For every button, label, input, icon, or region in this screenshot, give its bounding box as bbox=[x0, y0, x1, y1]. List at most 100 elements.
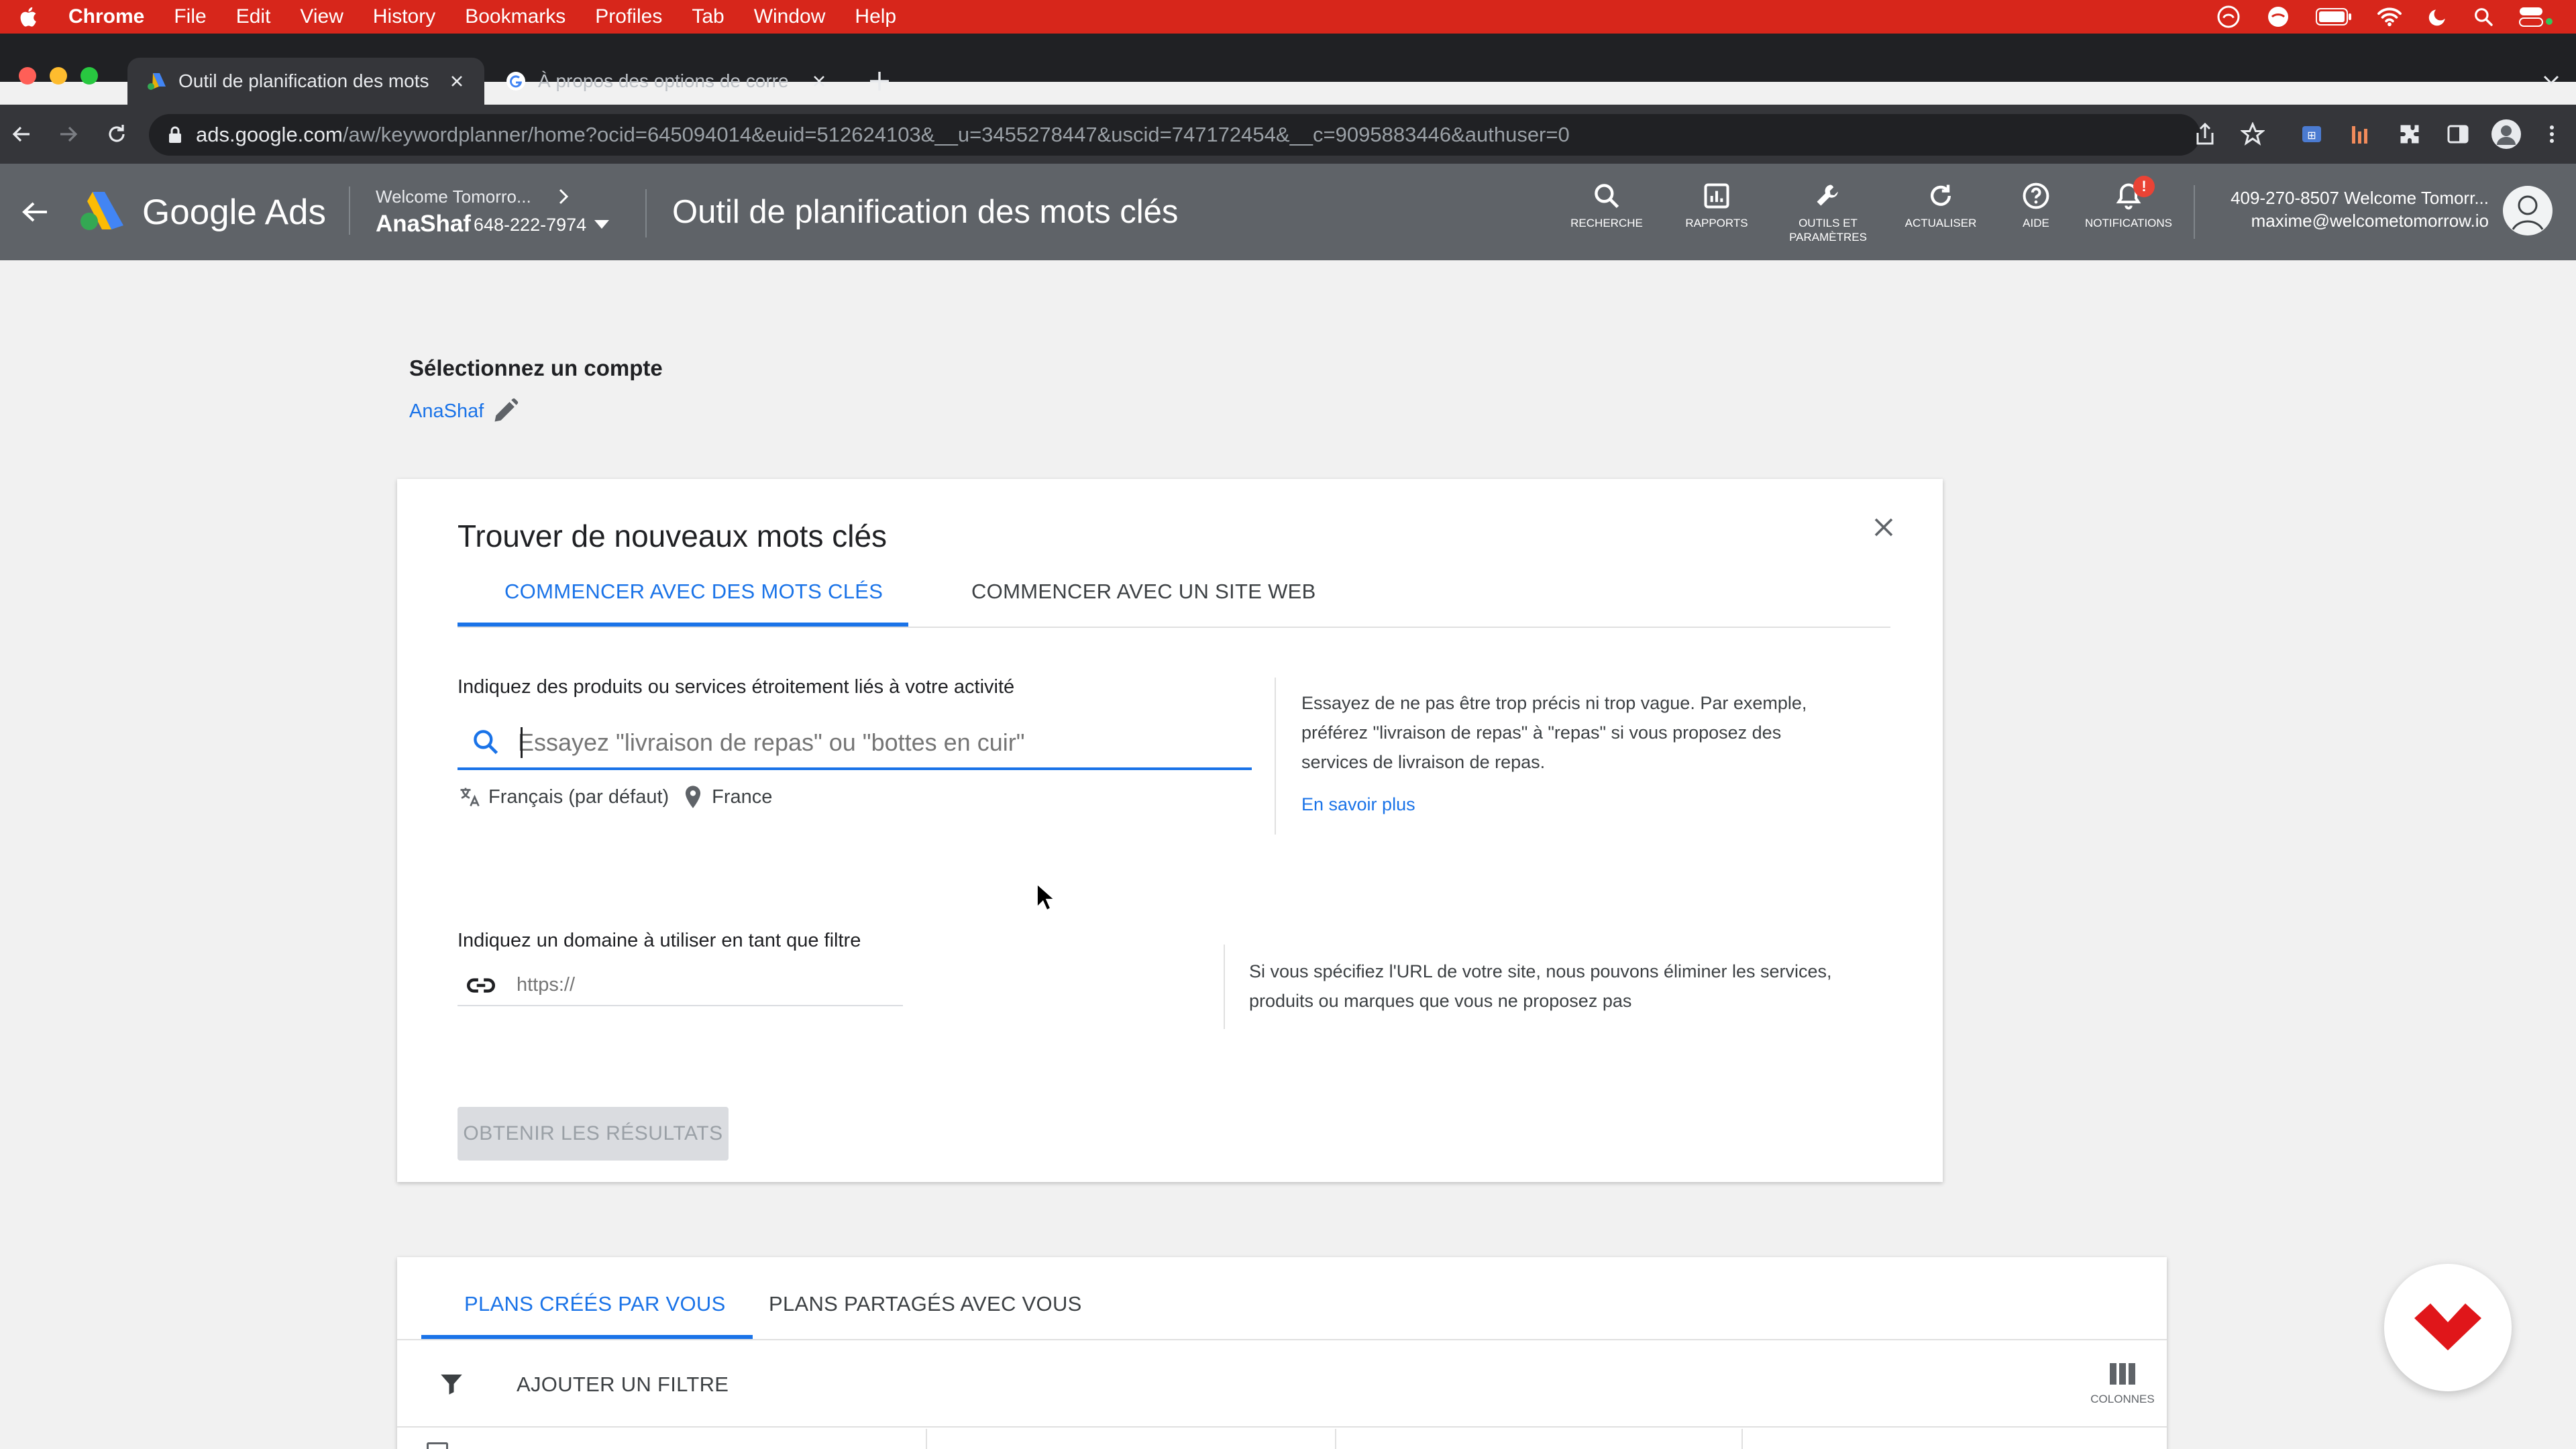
domain-filter-field[interactable] bbox=[458, 965, 903, 1006]
select-account-heading: Sélectionnez un compte bbox=[409, 356, 663, 380]
tab-plans-shared[interactable]: PLANS PARTAGÉS AVEC VOUS bbox=[769, 1292, 1082, 1316]
floating-brand-widget[interactable] bbox=[2384, 1264, 2512, 1391]
extension-chart-icon[interactable] bbox=[2348, 122, 2372, 146]
table-header-divider bbox=[397, 1426, 2167, 1428]
table-column-divider bbox=[1335, 1429, 1336, 1449]
header-notifications-button[interactable]: NOTIFICATIONS bbox=[2077, 181, 2180, 230]
google-ads-logo-icon bbox=[78, 189, 126, 232]
tab-start-with-website[interactable]: COMMENCER AVEC UN SITE WEB bbox=[971, 580, 1316, 604]
account-switcher[interactable]: Welcome Tomorro... AnaShaf 648-222-7974 bbox=[376, 185, 609, 246]
user-avatar[interactable] bbox=[2502, 185, 2553, 236]
spotlight-search-icon[interactable] bbox=[2473, 6, 2494, 28]
header-action-label: AIDE bbox=[2023, 217, 2049, 229]
browser-tab-about-options[interactable]: À propos des options de corre bbox=[496, 58, 845, 105]
page-title: Outil de planification des mots clés bbox=[672, 194, 1179, 230]
mouse-cursor bbox=[1036, 883, 1056, 912]
domain-filter-label: Indiquez un domaine à utiliser en tant q… bbox=[458, 930, 861, 951]
account-name: AnaShaf bbox=[376, 211, 471, 237]
header-help-button[interactable]: AIDE bbox=[1986, 181, 2086, 230]
menu-profiles[interactable]: Profiles bbox=[595, 5, 662, 28]
location-pin-icon[interactable] bbox=[684, 785, 702, 809]
close-tab-icon[interactable] bbox=[449, 74, 464, 89]
close-tab-icon[interactable] bbox=[812, 74, 826, 89]
filter-funnel-icon[interactable] bbox=[437, 1370, 466, 1398]
plans-tabs-divider bbox=[397, 1339, 2167, 1340]
search-icon bbox=[471, 727, 500, 757]
columns-label: COLONNES bbox=[2090, 1393, 2155, 1405]
browser-menu-icon[interactable] bbox=[2546, 122, 2557, 146]
refresh-icon bbox=[1926, 181, 1955, 216]
back-arrow-icon[interactable] bbox=[20, 199, 50, 225]
do-not-disturb-icon[interactable] bbox=[2427, 6, 2449, 28]
tab-plans-created[interactable]: PLANS CRÉÉS PAR VOUS bbox=[464, 1292, 726, 1316]
lock-icon[interactable] bbox=[168, 125, 182, 144]
search-icon bbox=[1592, 181, 1621, 216]
tab-title: Outil de planification des mots bbox=[178, 70, 429, 91]
add-filter-button[interactable]: AJOUTER UN FILTRE bbox=[517, 1373, 729, 1397]
reload-icon[interactable] bbox=[105, 122, 129, 146]
language-selector[interactable]: Français (par défaut) bbox=[488, 786, 669, 808]
select-all-checkbox[interactable] bbox=[427, 1442, 448, 1449]
keyword-search-input[interactable] bbox=[518, 724, 1242, 761]
menu-edit[interactable]: Edit bbox=[236, 5, 271, 28]
control-center-icon[interactable] bbox=[2518, 5, 2556, 28]
header-action-label: RECHERCHE bbox=[1570, 217, 1643, 229]
menu-bar-status-area bbox=[2216, 0, 2556, 34]
header-reports-button[interactable]: RAPPORTS bbox=[1666, 181, 1767, 230]
wifi-icon[interactable] bbox=[2376, 6, 2403, 28]
location-selector[interactable]: France bbox=[712, 786, 772, 808]
tab-start-with-keywords[interactable]: COMMENCER AVEC DES MOTS CLÉS bbox=[504, 580, 883, 604]
help-divider bbox=[1275, 678, 1276, 835]
learn-more-link[interactable]: En savoir plus bbox=[1301, 794, 1415, 815]
cloud-status-icon[interactable] bbox=[2265, 5, 2292, 29]
header-action-label: ACTUALISER bbox=[1904, 217, 1977, 229]
user-account-info[interactable]: 409-270-8507 Welcome Tomorr... maxime@we… bbox=[2207, 186, 2489, 232]
menu-help[interactable]: Help bbox=[855, 5, 896, 28]
browser-tab-keyword-planner[interactable]: Outil de planification des mots bbox=[127, 58, 484, 105]
edit-pencil-icon[interactable] bbox=[491, 396, 521, 425]
bookmark-star-icon[interactable] bbox=[2241, 122, 2265, 146]
share-icon[interactable] bbox=[2194, 122, 2216, 146]
address-bar[interactable]: ads.google.com /aw/keywordplanner/home?o… bbox=[149, 114, 2200, 156]
back-icon[interactable] bbox=[9, 122, 34, 146]
window-close-button[interactable] bbox=[19, 67, 36, 85]
get-results-button[interactable]: OBTENIR LES RÉSULTATS bbox=[458, 1107, 729, 1161]
menu-tab[interactable]: Tab bbox=[692, 5, 724, 28]
header-tools-button[interactable]: OUTILS ET PARAMÈTRES bbox=[1778, 181, 1878, 244]
header-search-button[interactable]: RECHERCHE bbox=[1556, 181, 1657, 230]
domain-help-divider bbox=[1224, 945, 1225, 1029]
active-tab-indicator bbox=[458, 623, 908, 627]
new-tab-icon[interactable] bbox=[868, 70, 891, 93]
reports-icon bbox=[1702, 181, 1731, 216]
menu-app-name[interactable]: Chrome bbox=[68, 5, 144, 28]
extensions-puzzle-icon[interactable] bbox=[2398, 122, 2422, 146]
help-icon bbox=[2021, 181, 2051, 216]
menu-file[interactable]: File bbox=[174, 5, 206, 28]
window-maximize-button[interactable] bbox=[80, 67, 98, 85]
extension-translate-icon[interactable]: ⊞ bbox=[2300, 122, 2324, 146]
menu-bookmarks[interactable]: Bookmarks bbox=[465, 5, 566, 28]
header-action-label: RAPPORTS bbox=[1685, 217, 1748, 229]
domain-input[interactable] bbox=[517, 969, 892, 1001]
keyword-search-field[interactable] bbox=[458, 715, 1252, 770]
header-refresh-button[interactable]: ACTUALISER bbox=[1890, 181, 1991, 230]
chevron-right-icon bbox=[558, 188, 569, 205]
columns-button[interactable]: COLONNES bbox=[2084, 1362, 2161, 1406]
side-panel-icon[interactable] bbox=[2446, 122, 2470, 146]
keywords-help-text: Essayez de ne pas être trop précis ni tr… bbox=[1301, 693, 1807, 772]
window-minimize-button[interactable] bbox=[50, 67, 67, 85]
selected-account-link[interactable]: AnaShaf bbox=[409, 400, 484, 423]
battery-icon[interactable] bbox=[2316, 8, 2352, 25]
profile-avatar-icon[interactable] bbox=[2490, 118, 2522, 150]
sync-status-icon[interactable] bbox=[2216, 5, 2241, 29]
menu-window[interactable]: Window bbox=[754, 5, 826, 28]
tab-search-chevron-icon[interactable] bbox=[2542, 72, 2560, 87]
menu-view[interactable]: View bbox=[300, 5, 343, 28]
close-icon[interactable] bbox=[1870, 514, 1897, 541]
forward-icon[interactable] bbox=[56, 122, 80, 146]
header-divider bbox=[2194, 185, 2195, 239]
macos-menu-bar: Chrome File Edit View History Bookmarks … bbox=[0, 0, 2576, 34]
apple-icon[interactable] bbox=[17, 5, 38, 28]
translate-icon[interactable] bbox=[458, 785, 482, 809]
menu-history[interactable]: History bbox=[373, 5, 435, 28]
